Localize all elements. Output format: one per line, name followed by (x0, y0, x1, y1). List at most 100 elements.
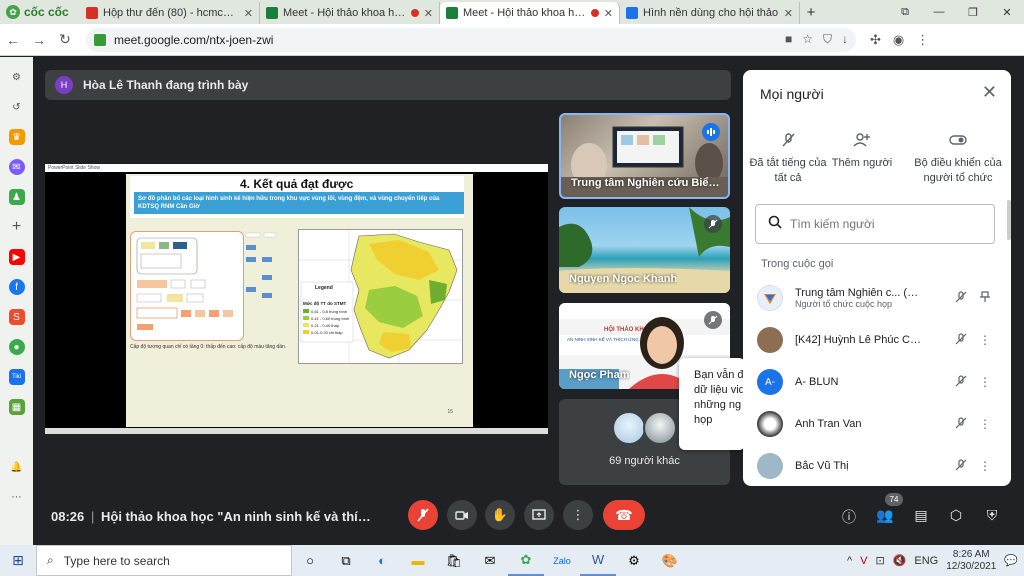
browser-logo[interactable]: ✿ cốc cốc (0, 0, 80, 24)
volume-icon[interactable]: 🔇 (893, 554, 907, 567)
info-icon[interactable]: ⓘ (838, 507, 860, 525)
people-search[interactable] (755, 204, 995, 244)
mic-toggle-button[interactable] (408, 500, 438, 530)
shield-icon[interactable]: ⛉ (823, 32, 832, 47)
extension-icon[interactable]: ⧉ (888, 0, 922, 24)
participant-tile[interactable]: Nguyen Ngoc Khanh (559, 207, 730, 293)
edge-icon[interactable]: ◐ (364, 545, 400, 576)
close-window-button[interactable]: ✕ (990, 0, 1024, 24)
tray-chevron-icon[interactable]: ^ (847, 555, 852, 567)
host-controls-lock-icon[interactable]: ⛨ (981, 507, 1003, 525)
facebook-icon[interactable]: f (8, 279, 25, 295)
mic-off-icon[interactable] (949, 458, 973, 474)
add-sidebar-icon[interactable]: + (9, 218, 25, 235)
browser-menu-icon[interactable]: ⋮ (916, 32, 929, 48)
search-input[interactable] (790, 217, 970, 231)
tab-meet-2[interactable]: Meet - Hội thảo khoa học ✕ (440, 2, 620, 24)
maps-icon[interactable]: ● (8, 339, 25, 355)
notification-center-icon[interactable]: 💬 (1004, 554, 1018, 567)
close-tab-icon[interactable]: ✕ (784, 7, 793, 20)
tab-drive[interactable]: Hình nền dùng cho hội thảo ✕ (620, 2, 800, 24)
more-options-icon[interactable]: ⋯ (9, 489, 25, 505)
store-icon[interactable]: 🛍 (436, 545, 472, 576)
language-indicator[interactable]: ENG (914, 555, 938, 567)
shopee-icon[interactable]: S (8, 309, 25, 325)
taskbar-clock[interactable]: 8:26 AM 12/30/2021 (946, 549, 996, 573)
camera-in-use-icon[interactable]: ■ (785, 32, 792, 47)
add-people-button[interactable]: Thêm người (817, 132, 907, 171)
taskbar-search[interactable]: ⌕ Type here to search (36, 545, 292, 576)
chat-icon[interactable]: ▤ (910, 507, 932, 525)
settings-gear-icon[interactable]: ⚙ (9, 69, 25, 85)
mic-off-icon[interactable] (949, 374, 973, 390)
zone-columns (244, 231, 296, 311)
grid-app-icon[interactable]: ▦ (8, 399, 25, 415)
close-panel-icon[interactable]: ✕ (982, 82, 997, 103)
profile-icon[interactable]: ◉ (893, 32, 904, 48)
close-tab-icon[interactable]: ✕ (424, 7, 433, 20)
paint-icon[interactable]: 🎨 (652, 545, 688, 576)
shared-screen[interactable]: PowerPoint Slide Show 4. Kết quả đạt đượ… (45, 164, 548, 434)
participant-row[interactable]: [K42] Huỳnh Lê Phúc Chá... ⋮ (757, 323, 997, 357)
site-security-icon[interactable] (94, 33, 106, 46)
tab-gmail[interactable]: Hộp thư đến (80) - hcmcois@ ✕ (80, 2, 260, 24)
people-icon[interactable]: 👥 (874, 507, 896, 525)
more-options-icon[interactable]: ⋮ (973, 375, 997, 389)
tab-meet-1[interactable]: Meet - Hội thảo khoa học ✕ (260, 2, 440, 24)
settings-icon[interactable]: ⚙ (616, 545, 652, 576)
bookmark-star-icon[interactable]: ☆ (802, 32, 813, 47)
history-icon[interactable]: ↺ (9, 99, 25, 115)
taskbar-date: 12/30/2021 (946, 560, 997, 572)
mic-off-icon[interactable] (949, 332, 973, 348)
participant-row[interactable]: Trung tâm Nghiên c... (Bạn) Người tổ chứ… (757, 281, 997, 315)
zalo-icon[interactable]: Zalo (544, 545, 580, 576)
extensions-puzzle-icon[interactable]: ✣ (870, 32, 881, 48)
pin-icon[interactable] (973, 290, 997, 306)
antivirus-icon[interactable]: V (860, 555, 867, 567)
game-icon[interactable]: ♟ (8, 189, 25, 205)
participant-row[interactable]: Bắc Vũ Thị ⋮ (757, 449, 997, 483)
more-options-icon[interactable]: ⋮ (973, 417, 997, 431)
notification-bell-icon[interactable]: 🔔 (9, 459, 25, 475)
messenger-icon[interactable]: ✉ (8, 159, 25, 175)
omnibox[interactable]: meet.google.com/ntx-joen-zwi ■ ☆ ⛉ ↓ (86, 27, 856, 52)
crown-icon[interactable]: ♛ (8, 129, 25, 145)
participant-row[interactable]: Anh Tran Van ⋮ (757, 407, 997, 441)
raise-hand-button[interactable]: ✋ (485, 500, 515, 530)
slide-header: 4. Kết quả đạt được Sơ đồ phân bố các lo… (130, 176, 464, 218)
activities-icon[interactable]: ⬡ (945, 507, 967, 525)
reload-icon[interactable]: ↻ (52, 31, 78, 48)
close-tab-icon[interactable]: ✕ (244, 7, 253, 20)
participant-row[interactable]: A- A- BLUN ⋮ (757, 365, 997, 399)
url-text[interactable]: meet.google.com/ntx-joen-zwi (114, 33, 777, 47)
minimize-button[interactable]: — (922, 0, 956, 24)
back-icon[interactable]: ← (0, 32, 26, 48)
tiki-icon[interactable]: Tiki (8, 369, 25, 385)
more-options-icon[interactable]: ⋮ (973, 333, 997, 347)
network-icon[interactable]: ⊡ (875, 554, 884, 567)
coccoc-taskbar-icon[interactable]: ✿ (508, 545, 544, 576)
leave-call-button[interactable]: ☎ (603, 500, 645, 530)
host-controls-button[interactable]: Bộ điều khiển của người tổ chức (903, 132, 1011, 186)
youtube-icon[interactable]: ▶ (8, 249, 25, 265)
participant-tile[interactable]: Trung tâm Nghiên cứu Biển... (559, 113, 730, 199)
mic-off-icon[interactable] (949, 416, 973, 432)
panel-scrollbar[interactable] (1007, 200, 1011, 240)
more-options-icon[interactable]: ⋮ (973, 459, 997, 473)
file-explorer-icon[interactable]: ▬ (400, 545, 436, 576)
cortana-icon[interactable]: ○ (292, 545, 328, 576)
mail-icon[interactable]: ✉ (472, 545, 508, 576)
more-options-button[interactable]: ⋮ (563, 500, 593, 530)
camera-toggle-button[interactable] (447, 500, 477, 530)
presenter-banner: H Hòa Lê Thanh đang trình bày (45, 70, 731, 100)
task-view-icon[interactable]: ⧉ (328, 545, 364, 576)
forward-icon[interactable]: → (26, 32, 52, 48)
download-icon[interactable]: ↓ (842, 32, 848, 47)
mic-off-icon[interactable] (949, 290, 973, 306)
present-button[interactable] (524, 500, 554, 530)
maximize-button[interactable]: ❐ (956, 0, 990, 24)
windows-start-icon[interactable]: ⊞ (0, 552, 36, 569)
new-tab-button[interactable]: + (800, 4, 822, 21)
close-tab-icon[interactable]: ✕ (604, 7, 613, 20)
word-icon[interactable]: W (580, 545, 616, 576)
